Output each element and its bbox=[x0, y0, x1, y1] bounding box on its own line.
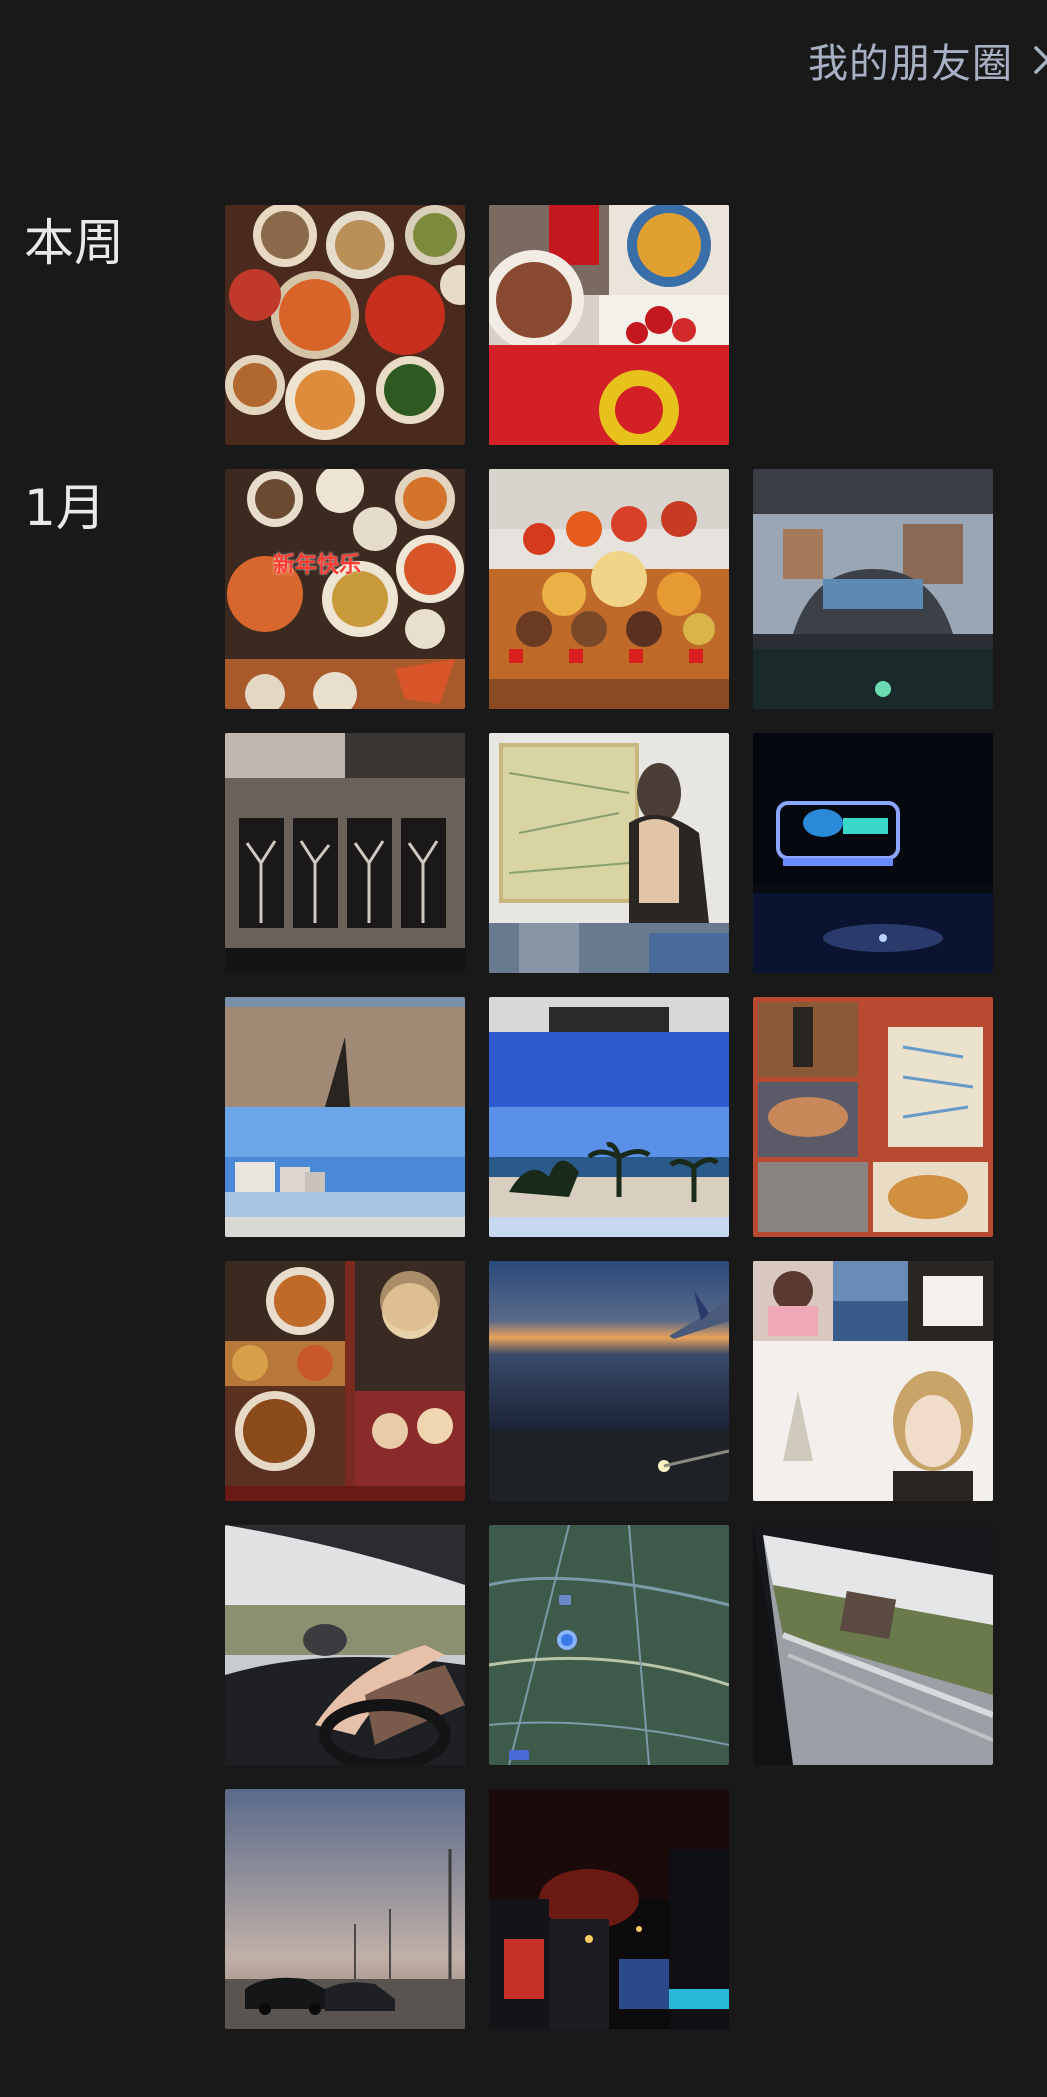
photo-beach-shadow[interactable] bbox=[225, 997, 465, 1237]
photo-tree-art[interactable] bbox=[225, 733, 465, 973]
photo-neon-sign[interactable] bbox=[753, 733, 993, 973]
this-week-photo-grid bbox=[225, 205, 993, 445]
photo-map[interactable] bbox=[489, 1525, 729, 1765]
photo-parking-lot[interactable] bbox=[225, 1789, 465, 2029]
photo-travel-collage[interactable] bbox=[753, 997, 993, 1237]
photo-art-gallery-portrait[interactable] bbox=[489, 733, 729, 973]
photo-city-night[interactable] bbox=[489, 1789, 729, 2029]
chevron-right-icon[interactable] bbox=[1033, 45, 1047, 75]
photo-driving[interactable] bbox=[225, 1525, 465, 1765]
photo-train-window[interactable] bbox=[753, 1525, 993, 1765]
photo-airplane-sunset[interactable] bbox=[489, 1261, 729, 1501]
photo-snowy-street[interactable] bbox=[753, 469, 993, 709]
photo-palm-beach[interactable] bbox=[489, 997, 729, 1237]
new-year-caption: 新年快乐 bbox=[273, 553, 362, 578]
january-photo-grid: 新年快乐 bbox=[225, 469, 993, 2029]
section-label-january: 1月 bbox=[24, 479, 106, 537]
photo-seafood-feast[interactable] bbox=[225, 205, 465, 445]
photo-food-selfie-collage[interactable] bbox=[225, 1261, 465, 1501]
photo-new-year-dinner[interactable]: 新年快乐 bbox=[225, 469, 465, 709]
photo-offering-table[interactable] bbox=[489, 469, 729, 709]
my-moments-title[interactable]: 我的朋友圈 bbox=[808, 31, 1013, 89]
photo-portrait-collage[interactable] bbox=[753, 1261, 993, 1501]
header[interactable]: 我的朋友圈 bbox=[808, 30, 1047, 90]
photo-new-year-collage[interactable] bbox=[489, 205, 729, 445]
section-label-this-week: 本周 bbox=[24, 214, 124, 272]
